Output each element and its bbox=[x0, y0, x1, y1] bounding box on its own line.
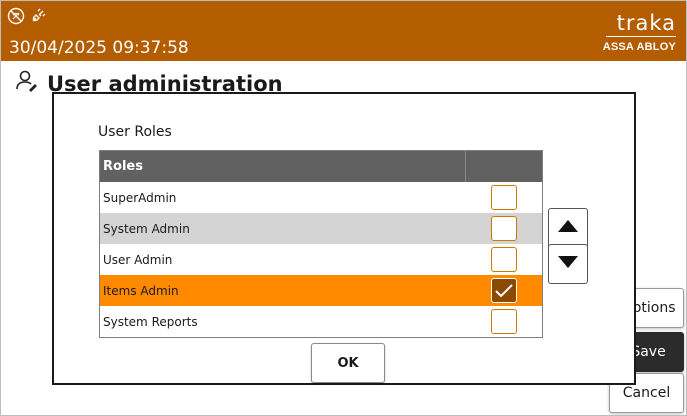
table-row[interactable]: SuperAdmin bbox=[100, 182, 542, 213]
role-checkbox[interactable] bbox=[491, 309, 517, 334]
role-name: User Admin bbox=[103, 252, 173, 267]
unplugged-icon bbox=[29, 7, 47, 25]
table-header: Roles bbox=[100, 151, 542, 182]
role-name: Items Admin bbox=[103, 283, 179, 298]
role-name: System Reports bbox=[103, 314, 198, 329]
brand-subtitle: ASSA ABLOY bbox=[602, 41, 676, 53]
role-check-cell bbox=[466, 278, 542, 303]
triangle-up-icon bbox=[557, 219, 579, 238]
role-check-cell bbox=[466, 216, 542, 241]
brand-logo: traka ASSA ABLOY bbox=[603, 13, 676, 53]
header-bar: 30/04/2025 09:37:58 traka ASSA ABLOY bbox=[1, 1, 686, 61]
ok-button[interactable]: OK bbox=[311, 343, 385, 383]
column-header-check bbox=[466, 151, 542, 182]
column-header-roles: Roles bbox=[100, 151, 466, 182]
table-row[interactable]: User Admin bbox=[100, 244, 542, 275]
triangle-down-icon bbox=[557, 255, 579, 274]
table-row[interactable]: System Admin bbox=[100, 213, 542, 244]
table-row[interactable]: System Reports bbox=[100, 306, 542, 337]
move-up-button[interactable] bbox=[548, 208, 588, 248]
role-checkbox[interactable] bbox=[491, 247, 517, 272]
datetime-display: 30/04/2025 09:37:58 bbox=[9, 38, 189, 58]
checkmark-icon bbox=[495, 283, 513, 297]
role-checkbox[interactable] bbox=[491, 278, 517, 303]
dialog-title: User Roles bbox=[98, 124, 172, 140]
table-row[interactable]: Items Admin bbox=[100, 275, 542, 306]
move-down-button[interactable] bbox=[548, 244, 588, 284]
role-check-cell bbox=[466, 185, 542, 210]
table-body: SuperAdmin System Admin User Admin Items Ad… bbox=[100, 182, 542, 337]
role-checkbox[interactable] bbox=[491, 216, 517, 241]
role-check-cell bbox=[466, 309, 542, 334]
role-checkbox[interactable] bbox=[491, 185, 517, 210]
status-icons bbox=[7, 7, 47, 25]
role-name: SuperAdmin bbox=[103, 190, 177, 205]
brand-name: traka bbox=[616, 11, 676, 35]
screen: 30/04/2025 09:37:58 traka ASSA ABLOY Use… bbox=[0, 0, 687, 416]
roles-table: Roles SuperAdmin System Admin User Admin It… bbox=[99, 150, 543, 338]
brand-underline bbox=[606, 36, 676, 37]
no-network-icon bbox=[7, 7, 25, 25]
user-roles-dialog: User Roles Roles SuperAdmin System Admin U… bbox=[52, 92, 636, 385]
role-check-cell bbox=[466, 247, 542, 272]
user-edit-icon bbox=[15, 69, 39, 98]
role-name: System Admin bbox=[103, 221, 190, 236]
